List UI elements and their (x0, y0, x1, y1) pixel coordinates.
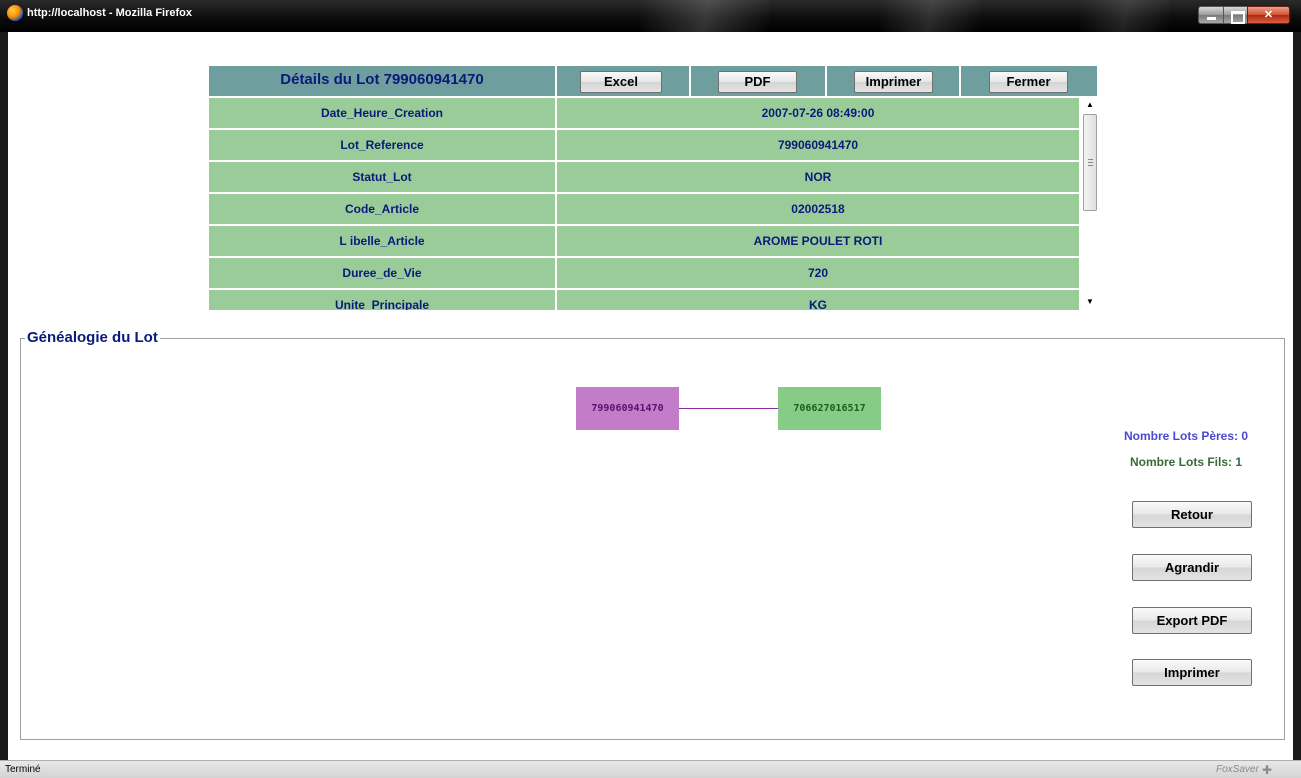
minimize-icon (1199, 7, 1223, 23)
header-divider (959, 66, 961, 96)
header-divider (555, 66, 557, 96)
title-bar: http://localhost - Mozilla Firefox ✕ (0, 0, 1301, 32)
grip-icon (1088, 159, 1093, 166)
field-name: Unite_Principale (209, 290, 555, 310)
close-icon: ✕ (1263, 9, 1274, 21)
header-divider (689, 66, 691, 96)
scroll-up-arrow-icon[interactable]: ▲ (1082, 98, 1098, 112)
pdf-button[interactable]: PDF (718, 71, 797, 93)
lot-details-header: Détails du Lot 799060941470 Excel PDF Im… (209, 66, 1097, 96)
field-value: NOR (557, 162, 1079, 192)
scroll-down-arrow-icon[interactable]: ▼ (1082, 295, 1098, 309)
header-divider (825, 66, 827, 96)
back-button[interactable]: Retour (1132, 501, 1252, 528)
minimize-button[interactable] (1198, 6, 1224, 24)
window-title: http://localhost - Mozilla Firefox (27, 7, 192, 19)
table-row: Lot_Reference 799060941470 (209, 130, 1079, 160)
excel-button[interactable]: Excel (580, 71, 662, 93)
table-row: Unite_Principale KG (209, 290, 1079, 310)
child-lot-node[interactable]: 706627016517 (778, 387, 881, 430)
field-value: 720 (557, 258, 1079, 288)
page-content: Détails du Lot 799060941470 Excel PDF Im… (8, 32, 1293, 760)
field-name: Lot_Reference (209, 130, 555, 160)
field-name: Statut_Lot (209, 162, 555, 192)
title-bar-glass (640, 0, 770, 32)
field-value: 799060941470 (557, 130, 1079, 160)
field-value: KG (557, 290, 1079, 310)
field-value: 02002518 (557, 194, 1079, 224)
table-row: L ibelle_Article AROME POULET ROTI (209, 226, 1079, 256)
maximize-icon (1224, 7, 1247, 24)
foxsaver-addon[interactable]: FoxSaver (1216, 764, 1259, 775)
parent-lots-count: Nombre Lots Pères: 0 (1124, 429, 1249, 443)
parent-lot-node[interactable]: 799060941470 (576, 387, 679, 430)
field-name: Code_Article (209, 194, 555, 224)
status-bar: Terminé FoxSaver ✚ (0, 760, 1301, 778)
table-row: Duree_de_Vie 720 (209, 258, 1079, 288)
close-window-button[interactable]: ✕ (1247, 6, 1290, 24)
table-row: Statut_Lot NOR (209, 162, 1079, 192)
table-row: Date_Heure_Creation 2007-07-26 08:49:00 (209, 98, 1079, 128)
title-bar-glass (1080, 0, 1170, 32)
export-pdf-button[interactable]: Export PDF (1132, 607, 1252, 634)
child-lots-count: Nombre Lots Fils: 1 (1130, 455, 1243, 469)
plus-icon[interactable]: ✚ (1262, 763, 1272, 777)
enlarge-button[interactable]: Agrandir (1132, 554, 1252, 581)
field-name: Duree_de_Vie (209, 258, 555, 288)
field-value: AROME POULET ROTI (557, 226, 1079, 256)
field-name: L ibelle_Article (209, 226, 555, 256)
status-text: Terminé (5, 764, 41, 775)
field-value: 2007-07-26 08:49:00 (557, 98, 1079, 128)
print-genealogy-button[interactable]: Imprimer (1132, 659, 1252, 686)
table-row: Code_Article 02002518 (209, 194, 1079, 224)
firefox-icon (7, 5, 23, 21)
close-button[interactable]: Fermer (989, 71, 1068, 93)
title-bar-glass (880, 0, 980, 32)
maximize-button[interactable] (1223, 6, 1248, 24)
table-scrollbar[interactable]: ▲ ▼ (1082, 98, 1098, 309)
genealogy-edge (679, 408, 778, 409)
field-name: Date_Heure_Creation (209, 98, 555, 128)
lot-details-title: Détails du Lot 799060941470 (280, 71, 484, 88)
scrollbar-thumb[interactable] (1083, 114, 1097, 211)
lot-details-table: Date_Heure_Creation 2007-07-26 08:49:00 … (209, 98, 1097, 310)
print-button[interactable]: Imprimer (854, 71, 933, 93)
genealogy-legend: Généalogie du Lot (25, 329, 160, 346)
browser-window: http://localhost - Mozilla Firefox ✕ Dét… (0, 0, 1301, 778)
